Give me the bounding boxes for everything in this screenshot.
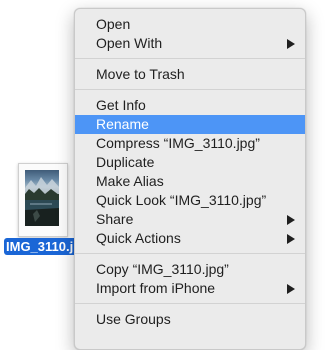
submenu-arrow-icon xyxy=(287,284,295,294)
context-menu: Open Open With Move to Trash Get Info Rename… xyxy=(74,8,306,350)
menu-separator xyxy=(75,303,305,304)
menu-item-label: Duplicate xyxy=(96,154,155,170)
menu-item-copy-img-3110-jpg[interactable]: Copy “IMG_3110.jpg” xyxy=(75,260,305,279)
menu-separator xyxy=(75,89,305,90)
landscape-photo-icon xyxy=(25,177,59,226)
menu-item-label: Copy “IMG_3110.jpg” xyxy=(96,261,229,277)
menu-item-label: Open With xyxy=(96,35,163,51)
menu-item-quick-look-img-3110-jpg[interactable]: Quick Look “IMG_3110.jpg” xyxy=(75,191,305,210)
submenu-arrow-icon xyxy=(287,39,295,49)
menu-item-label: Import from iPhone xyxy=(96,280,216,296)
menu-item-label: Quick Actions xyxy=(96,230,181,246)
menu-item-label: Share xyxy=(96,211,134,227)
menu-item-open[interactable]: Open xyxy=(75,15,305,34)
image-thumbnail xyxy=(25,170,59,226)
context-menu-list: Open Open With Move to Trash Get Info Rename… xyxy=(75,15,305,329)
menu-item-label: Move to Trash xyxy=(96,66,185,82)
menu-item-label: Quick Look “IMG_3110.jpg” xyxy=(96,192,267,208)
menu-item-open-with[interactable]: Open With xyxy=(75,34,305,53)
file-icon[interactable] xyxy=(18,163,68,237)
menu-item-compress-img-3110-jpg[interactable]: Compress “IMG_3110.jpg” xyxy=(75,134,305,153)
menu-item-import-from-iphone[interactable]: Import from iPhone xyxy=(75,279,305,298)
menu-item-label: Rename xyxy=(96,116,149,132)
menu-item-rename[interactable]: Rename xyxy=(75,115,305,134)
menu-item-make-alias[interactable]: Make Alias xyxy=(75,172,305,191)
menu-item-duplicate[interactable]: Duplicate xyxy=(75,153,305,172)
menu-item-get-info[interactable]: Get Info xyxy=(75,96,305,115)
menu-item-quick-actions[interactable]: Quick Actions xyxy=(75,229,305,248)
menu-item-label: Use Groups xyxy=(96,311,171,327)
menu-item-label: Get Info xyxy=(96,97,146,113)
menu-separator xyxy=(75,253,305,254)
menu-item-use-groups[interactable]: Use Groups xyxy=(75,310,305,329)
menu-item-share[interactable]: Share xyxy=(75,210,305,229)
menu-item-label: Open xyxy=(96,16,131,32)
menu-separator xyxy=(75,58,305,59)
menu-item-label: Make Alias xyxy=(96,173,164,189)
submenu-arrow-icon xyxy=(287,215,295,225)
menu-item-label: Compress “IMG_3110.jpg” xyxy=(96,135,260,151)
menu-item-move-to-trash[interactable]: Move to Trash xyxy=(75,65,305,84)
submenu-arrow-icon xyxy=(287,234,295,244)
